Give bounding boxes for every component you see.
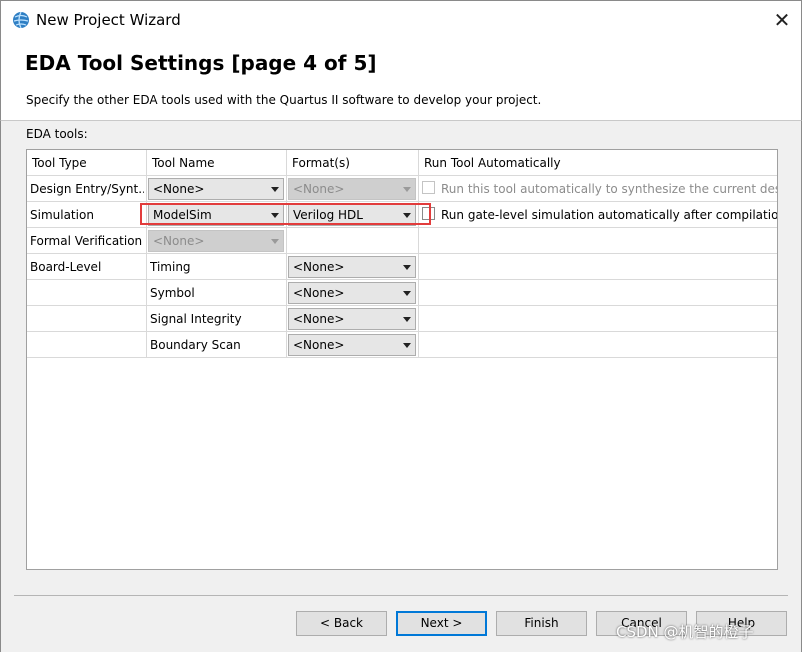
footer-separator <box>14 595 788 596</box>
simulation-format-select[interactable]: Verilog HDL <box>288 204 416 226</box>
column-header-tool-type[interactable]: Tool Type <box>32 156 87 170</box>
grid-line <box>27 357 777 358</box>
close-icon[interactable]: ✕ <box>769 7 795 33</box>
combo-value: ModelSim <box>153 208 212 222</box>
cancel-button[interactable]: Cancel <box>596 611 687 636</box>
board-level-boundary-scan-label: Boundary Scan <box>150 338 241 352</box>
grid-line <box>27 279 777 280</box>
wizard-header: EDA Tool Settings [page 4 of 5] Specify … <box>0 38 802 121</box>
combo-value: <None> <box>293 286 345 300</box>
dropdown-arrow-icon <box>403 265 411 270</box>
combo-value: <None> <box>293 260 345 274</box>
boundary-scan-format-select[interactable]: <None> <box>288 334 416 356</box>
app-globe-icon <box>13 11 29 29</box>
grid-line <box>27 331 777 332</box>
design-entry-tool-select[interactable]: <None> <box>148 178 284 200</box>
dropdown-arrow-icon <box>403 343 411 348</box>
combo-value: Verilog HDL <box>293 208 363 222</box>
column-header-formats[interactable]: Format(s) <box>292 156 350 170</box>
timing-format-select[interactable]: <None> <box>288 256 416 278</box>
combo-value: <None> <box>293 338 345 352</box>
help-button[interactable]: Help <box>696 611 787 636</box>
design-entry-format-select: <None> <box>288 178 416 200</box>
board-level-signal-integrity-label: Signal Integrity <box>150 312 242 326</box>
grid-line <box>27 175 777 176</box>
combo-value: <None> <box>153 234 205 248</box>
simulation-run-label: Run gate-level simulation automatically … <box>441 208 778 222</box>
title-bar: New Project Wizard ✕ <box>0 0 802 38</box>
board-level-timing-label: Timing <box>150 260 191 274</box>
wizard-content: EDA tools: Tool Type Tool Name Format(s)… <box>0 121 802 652</box>
window-title: New Project Wizard <box>36 11 181 29</box>
dropdown-arrow-icon <box>271 239 279 244</box>
dropdown-arrow-icon <box>271 187 279 192</box>
finish-button[interactable]: Finish <box>496 611 587 636</box>
symbol-format-select[interactable]: <None> <box>288 282 416 304</box>
grid-line <box>27 201 777 202</box>
grid-line <box>27 305 777 306</box>
dropdown-arrow-icon <box>403 317 411 322</box>
signal-integrity-format-select[interactable]: <None> <box>288 308 416 330</box>
grid-line <box>27 227 777 228</box>
dropdown-arrow-icon <box>403 187 411 192</box>
column-header-run-tool[interactable]: Run Tool Automatically <box>424 156 561 170</box>
design-entry-run-checkbox <box>422 181 435 194</box>
page-title: EDA Tool Settings [page 4 of 5] <box>25 51 377 75</box>
combo-value: <None> <box>153 182 205 196</box>
eda-tools-table: Tool Type Tool Name Format(s) Run Tool A… <box>26 149 778 570</box>
dropdown-arrow-icon <box>403 213 411 218</box>
row-type-design-entry: Design Entry/Synt... <box>30 182 144 196</box>
page-description: Specify the other EDA tools used with th… <box>26 93 542 107</box>
eda-tools-label: EDA tools: <box>26 127 88 141</box>
dropdown-arrow-icon <box>271 213 279 218</box>
row-type-board-level: Board-Level <box>30 260 102 274</box>
simulation-tool-select[interactable]: ModelSim <box>148 204 284 226</box>
column-header-tool-name[interactable]: Tool Name <box>152 156 215 170</box>
dropdown-arrow-icon <box>403 291 411 296</box>
next-button[interactable]: Next > <box>396 611 487 636</box>
board-level-symbol-label: Symbol <box>150 286 195 300</box>
row-type-simulation: Simulation <box>30 208 94 222</box>
design-entry-run-label: Run this tool automatically to synthesiz… <box>441 182 778 196</box>
formal-verification-tool-select: <None> <box>148 230 284 252</box>
row-type-formal-verification: Formal Verification <box>30 234 143 248</box>
combo-value: <None> <box>293 182 345 196</box>
combo-value: <None> <box>293 312 345 326</box>
grid-line <box>27 253 777 254</box>
back-button[interactable]: < Back <box>296 611 387 636</box>
simulation-run-checkbox[interactable] <box>422 207 435 220</box>
